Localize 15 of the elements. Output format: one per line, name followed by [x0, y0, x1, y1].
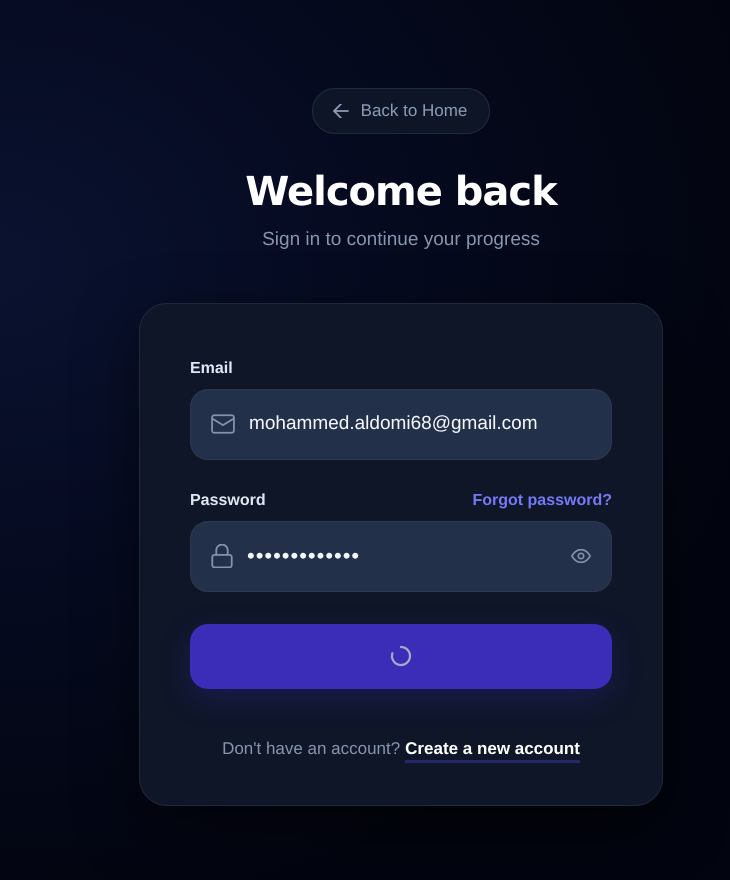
forgot-password-link[interactable]: Forgot password?	[472, 492, 612, 510]
show-password-button[interactable]	[571, 549, 591, 564]
email-field[interactable]: mohammed.aldomi68@gmail.com	[190, 388, 612, 460]
left-arrow-icon	[332, 104, 349, 118]
lock-icon	[211, 544, 233, 568]
page-title: Welcome back	[245, 168, 557, 216]
mail-icon	[211, 414, 235, 434]
page-subtitle: Sign in to continue your progress	[262, 228, 540, 252]
password-field[interactable]: •••••••••••••	[190, 520, 612, 592]
create-account-link[interactable]: Create a new account	[405, 738, 580, 763]
field-label: Password	[190, 492, 266, 510]
back-to-home-button[interactable]: Back to Home	[312, 88, 490, 134]
field-label: Email	[190, 360, 233, 378]
eye-icon	[571, 549, 591, 564]
signup-prompt: Don't have an account?	[222, 738, 400, 759]
